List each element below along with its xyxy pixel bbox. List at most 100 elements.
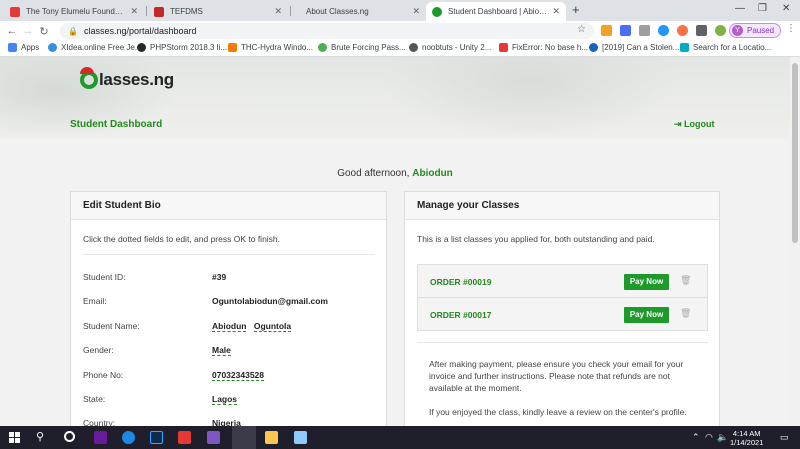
phone-field[interactable]: 07032343528 xyxy=(212,370,265,381)
order-row: ORDER #00019 Pay Now 🗑 xyxy=(418,265,707,298)
first-name-field[interactable]: Abiodun xyxy=(212,321,247,332)
address-bar[interactable]: 🔒 classes.ng/portal/dashboard ☆ xyxy=(60,23,594,39)
field-label: Student Name: xyxy=(83,321,140,331)
site-logo[interactable]: lasses.ng xyxy=(80,65,174,95)
tab-favicon-icon xyxy=(432,6,442,17)
chevron-up-icon[interactable]: ⌃ xyxy=(692,432,700,443)
close-icon[interactable]: ✕ xyxy=(552,6,560,17)
bookmark-item[interactable]: Apps xyxy=(8,43,39,52)
bookmark-label: PHPStorm 2018.3 li... xyxy=(150,43,227,52)
avatar: Y xyxy=(732,25,743,36)
bookmark-item[interactable]: FixError: No base h... xyxy=(499,43,588,52)
lock-icon[interactable]: 🔒 xyxy=(68,27,78,36)
clock-date: 1/14/2021 xyxy=(730,438,764,447)
file-explorer-icon[interactable] xyxy=(265,431,278,444)
visual-studio-app-icon[interactable] xyxy=(207,431,220,444)
order-id: ORDER #00019 xyxy=(430,277,492,287)
bookmark-item[interactable]: [2019] Can a Stolen... xyxy=(589,43,679,52)
card-title: Manage your Classes xyxy=(405,192,719,220)
bookmark-favicon-icon xyxy=(318,43,327,52)
divider xyxy=(417,342,708,343)
extension-icon[interactable] xyxy=(715,25,726,36)
bookmark-label: THC-Hydra Windo... xyxy=(241,43,314,52)
tab-strip: The Tony Elumelu Foundation - E ✕ TEFDMS… xyxy=(0,0,800,21)
task-view-icon[interactable] xyxy=(64,431,75,442)
browser-tab-active[interactable]: Student Dashboard | Abiodun Og ✕ xyxy=(426,2,566,21)
close-icon[interactable]: ✕ xyxy=(412,6,420,17)
restore-icon[interactable]: ❐ xyxy=(758,3,767,14)
greeting: Good afternoon, Abiodun xyxy=(0,168,790,179)
field-label: Student ID: xyxy=(83,272,126,282)
bookmark-item[interactable]: THC-Hydra Windo... xyxy=(228,43,313,52)
bookmark-item[interactable]: PHPStorm 2018.3 li... xyxy=(137,43,227,52)
close-window-icon[interactable]: ✕ xyxy=(782,3,790,14)
app-icon[interactable] xyxy=(294,431,307,444)
browser-tab[interactable]: About Classes.ng ✕ xyxy=(292,2,426,21)
cloud-extension-icon[interactable] xyxy=(658,25,669,36)
tab-title: Student Dashboard | Abiodun Og xyxy=(448,7,548,16)
card-intro: Click the dotted fields to edit, and pre… xyxy=(83,234,281,244)
forward-arrow-icon[interactable]: → xyxy=(20,25,36,37)
github-icon xyxy=(137,43,146,52)
logout-link[interactable]: ⇥ Logout xyxy=(674,119,715,130)
tab-title: The Tony Elumelu Foundation - E xyxy=(26,7,126,16)
bookmark-star-icon[interactable]: ☆ xyxy=(577,24,586,35)
phpstorm-app-icon[interactable] xyxy=(94,431,107,444)
gender-field[interactable]: Male xyxy=(212,345,231,356)
country-value: Nigeria xyxy=(212,418,241,426)
bookmark-favicon-icon xyxy=(48,43,57,52)
student-id-value: #39 xyxy=(212,272,227,282)
page-scrollbar[interactable] xyxy=(790,57,800,426)
system-clock[interactable]: 4:14 AM 1/14/2021 xyxy=(730,429,763,447)
field-label: Phone No: xyxy=(83,370,124,380)
edit-bio-card: Edit Student Bio Click the dotted fields… xyxy=(70,191,387,426)
tab-title: TEFDMS xyxy=(170,7,203,16)
greeting-prefix: Good afternoon, xyxy=(337,168,410,179)
edge-app-icon[interactable] xyxy=(122,431,135,444)
pay-now-button[interactable]: Pay Now xyxy=(624,274,669,290)
bookmark-label: Brute Forcing Pass... xyxy=(331,43,406,52)
new-tab-button[interactable]: + xyxy=(572,2,580,17)
bookmark-item[interactable]: XIdea.online Free Je... xyxy=(48,43,142,52)
pay-now-button[interactable]: Pay Now xyxy=(624,307,669,323)
logout-icon: ⇥ xyxy=(674,119,685,129)
last-name-field[interactable]: Oguntola xyxy=(253,321,292,332)
logo-c-icon xyxy=(80,67,98,89)
notifications-icon[interactable]: ▭ xyxy=(780,432,789,443)
menu-kebab-icon[interactable]: ⋮ xyxy=(786,23,796,34)
active-app-highlight xyxy=(232,426,256,449)
student-name-value: Abiodun Oguntola xyxy=(212,321,292,332)
profile-status: Paused xyxy=(747,26,775,35)
back-arrow-icon[interactable]: ← xyxy=(4,25,20,37)
email-value: Oguntolabiodun@gmail.com xyxy=(212,296,328,306)
puzzle-extensions-icon[interactable] xyxy=(696,25,707,36)
card-title: Edit Student Bio xyxy=(71,192,386,220)
profile-button[interactable]: Y Paused xyxy=(729,23,782,38)
close-icon[interactable]: ✕ xyxy=(274,6,282,17)
volume-icon[interactable]: 🔈 xyxy=(717,432,728,443)
extension-icon[interactable] xyxy=(677,25,688,36)
state-field[interactable]: Lagos xyxy=(212,394,238,405)
extension-icon[interactable] xyxy=(639,25,650,36)
bookmark-item[interactable]: noobtuts - Unity 2... xyxy=(409,43,491,52)
bookmark-item[interactable]: Brute Forcing Pass... xyxy=(318,43,406,52)
photoshop-app-icon[interactable] xyxy=(150,431,163,444)
search-icon[interactable]: ⚲ xyxy=(36,430,44,443)
trash-icon[interactable]: 🗑 xyxy=(680,308,691,319)
minimize-icon[interactable]: — xyxy=(735,3,745,14)
reload-icon[interactable]: ↻ xyxy=(36,25,52,38)
scrollbar-thumb[interactable] xyxy=(792,63,798,243)
extension-icon[interactable] xyxy=(620,25,631,36)
tab-title: About Classes.ng xyxy=(306,7,369,16)
windows-start-icon[interactable] xyxy=(9,432,20,443)
browser-tab[interactable]: TEFDMS ✕ xyxy=(148,2,288,21)
network-icon[interactable]: ◠ xyxy=(705,432,713,443)
trash-icon[interactable]: 🗑 xyxy=(680,275,691,286)
close-icon[interactable]: ✕ xyxy=(130,6,138,17)
bookmark-item[interactable]: Search for a Locatio... xyxy=(680,43,771,52)
header-banner: lasses.ng Student Dashboard ⇥ Logout xyxy=(0,57,790,139)
apps-grid-icon xyxy=(8,43,17,52)
app-icon[interactable] xyxy=(178,431,191,444)
browser-tab[interactable]: The Tony Elumelu Foundation - E ✕ xyxy=(4,2,144,21)
extension-icon[interactable] xyxy=(601,25,612,36)
